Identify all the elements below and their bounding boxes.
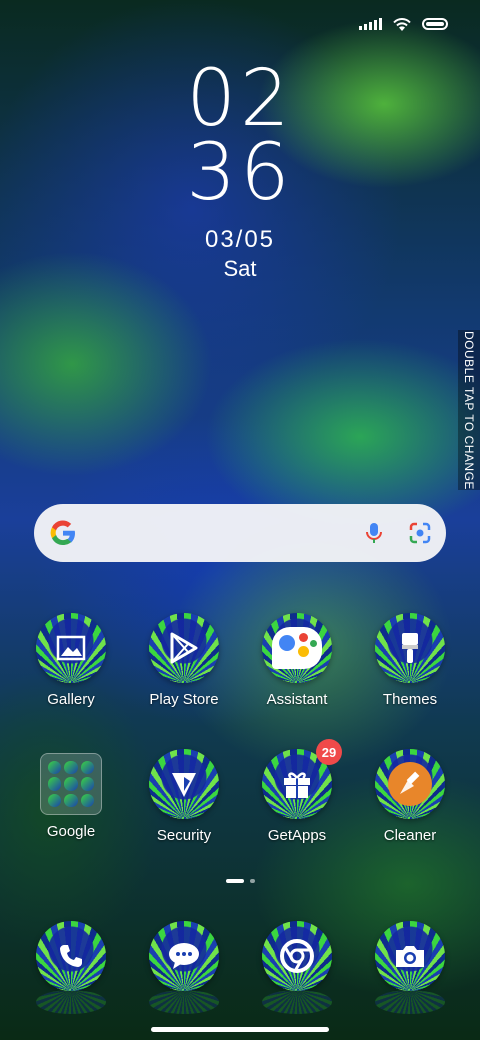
cleaner-brush-icon [375, 749, 445, 819]
app-assistant[interactable]: Assistant [242, 613, 352, 708]
clock-day: Sat [223, 256, 257, 281]
chrome-icon [262, 921, 332, 991]
phone-icon [36, 921, 106, 991]
app-gallery[interactable]: Gallery [16, 613, 126, 708]
app-label: GetApps [267, 827, 327, 844]
gift-icon: 29 [262, 739, 342, 819]
dock-reflection [262, 990, 332, 1014]
app-themes[interactable]: Themes [355, 613, 465, 708]
status-bar [359, 16, 448, 32]
dock-reflection [149, 990, 219, 1014]
wifi-icon [393, 18, 411, 31]
dock-reflection [36, 990, 106, 1014]
app-label: Themes [382, 691, 438, 708]
app-label: Assistant [266, 691, 328, 708]
security-icon [149, 749, 219, 819]
app-play-store[interactable]: Play Store [129, 613, 239, 708]
assistant-icon [262, 613, 332, 683]
dock-chrome[interactable] [242, 921, 352, 991]
folder-google[interactable]: Google [16, 749, 126, 840]
app-label: Cleaner [383, 827, 437, 844]
battery-icon [422, 18, 448, 30]
dock-messages[interactable] [129, 921, 239, 991]
page-dot-active [225, 879, 244, 883]
app-security[interactable]: Security [129, 749, 239, 844]
page-dot [249, 879, 255, 883]
dock-reflection [375, 990, 445, 1014]
camera-icon [375, 921, 445, 991]
lock-clock[interactable]: 02 36 [0, 54, 480, 218]
gallery-icon [36, 613, 106, 683]
page-indicator [0, 879, 480, 883]
lens-icon[interactable] [408, 521, 432, 545]
app-label: Gallery [47, 691, 95, 708]
folder-icon [40, 753, 102, 815]
app-label: Google [46, 823, 96, 840]
google-g-icon [50, 520, 75, 546]
side-tab-label: DOUBLE TAP TO CHANGE [462, 330, 476, 490]
home-indicator[interactable] [151, 1027, 329, 1032]
dock-phone[interactable] [16, 921, 126, 991]
play-store-icon [149, 613, 219, 683]
dock-camera[interactable] [355, 921, 465, 991]
messages-icon [149, 921, 219, 991]
signal-icon [359, 18, 382, 30]
app-getapps[interactable]: 29 GetApps [242, 739, 352, 844]
mic-icon[interactable] [362, 521, 386, 545]
notification-badge: 29 [316, 739, 342, 765]
google-search-widget[interactable] [34, 504, 446, 562]
app-label: Play Store [149, 691, 219, 708]
themes-brush-icon [375, 613, 445, 683]
app-label: Security [156, 827, 212, 844]
wallpaper-change-tab[interactable]: DOUBLE TAP TO CHANGE [458, 330, 480, 490]
clock-hours: 02 [186, 54, 294, 144]
app-cleaner[interactable]: Cleaner [355, 749, 465, 844]
clock-minutes: 36 [186, 128, 294, 218]
clock-date: 03/05 [204, 226, 276, 253]
